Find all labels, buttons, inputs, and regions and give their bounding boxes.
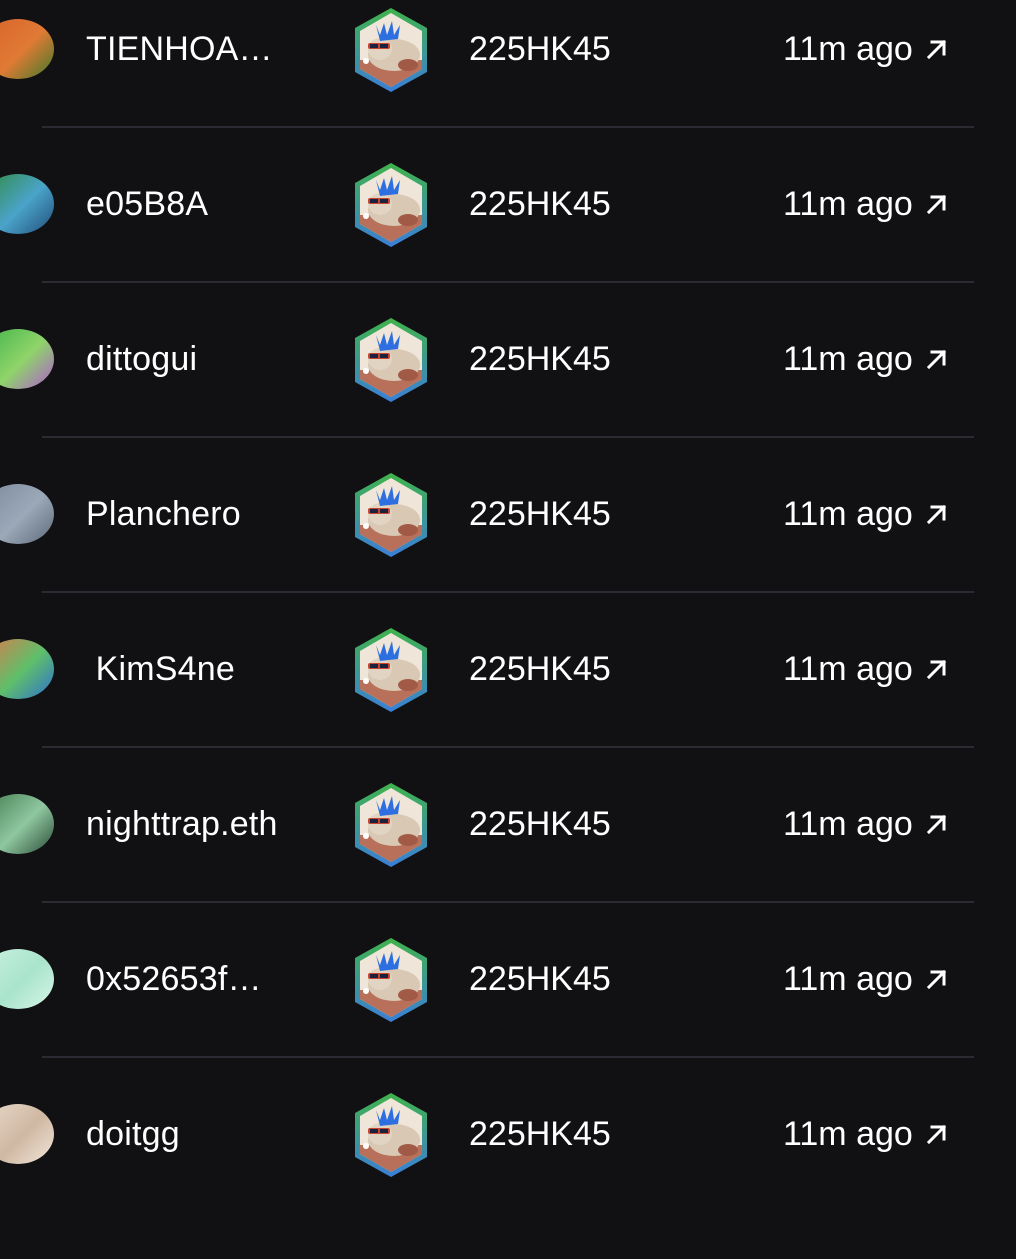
username-link[interactable]: KimS4ne: [86, 639, 235, 699]
avatar-image: [0, 329, 54, 389]
username-link[interactable]: e05B8A: [86, 174, 208, 234]
avatar-image: [0, 484, 54, 544]
row-divider: [42, 1056, 974, 1058]
username-link[interactable]: doitgg: [86, 1104, 180, 1164]
timestamp-link[interactable]: 11m ago: [783, 794, 913, 854]
username-link[interactable]: 0x52653f…: [86, 949, 262, 1009]
hexagon-nft-icon[interactable]: [350, 5, 432, 95]
user-avatar[interactable]: [0, 794, 60, 854]
avatar-image: [0, 174, 54, 234]
username-link[interactable]: Planchero: [86, 484, 241, 544]
username-link[interactable]: TIENHOA…: [86, 19, 273, 79]
arrow-up-right-icon[interactable]: [922, 344, 952, 374]
hexagon-nft-icon[interactable]: [350, 160, 432, 250]
timestamp-link[interactable]: 11m ago: [783, 19, 913, 79]
hexagon-nft-icon[interactable]: [350, 315, 432, 405]
token-id: 225HK45: [469, 185, 611, 223]
avatar-image: [0, 949, 54, 1009]
hexagon-nft-icon[interactable]: [350, 935, 432, 1025]
hexagon-nft-icon[interactable]: [350, 780, 432, 870]
user-avatar[interactable]: [0, 329, 60, 389]
user-avatar[interactable]: [0, 1104, 60, 1164]
token-id: 225HK45: [469, 30, 611, 68]
activity-list: TIENHOA… 225HK45 11m ago e05B8A 225HK45 …: [0, 0, 1016, 1200]
row-divider: [42, 126, 974, 128]
arrow-up-right-icon[interactable]: [922, 809, 952, 839]
row-divider: [42, 281, 974, 283]
activity-row[interactable]: dittogui 225HK45 11m ago: [0, 318, 1016, 484]
avatar-image: [0, 1104, 54, 1164]
row-divider: [42, 746, 974, 748]
arrow-up-right-icon[interactable]: [922, 964, 952, 994]
user-avatar[interactable]: [0, 949, 60, 1009]
avatar-image: [0, 794, 54, 854]
row-divider: [42, 901, 974, 903]
timestamp-link[interactable]: 11m ago: [783, 639, 913, 699]
arrow-up-right-icon[interactable]: [922, 499, 952, 529]
timestamp-link[interactable]: 11m ago: [783, 1104, 913, 1164]
token-id: 225HK45: [469, 650, 611, 688]
activity-row[interactable]: KimS4ne 225HK45 11m ago: [0, 628, 1016, 794]
user-avatar[interactable]: [0, 639, 60, 699]
user-avatar[interactable]: [0, 174, 60, 234]
activity-row[interactable]: nighttrap.eth 225HK45 11m ago: [0, 783, 1016, 949]
activity-row[interactable]: 0x52653f… 225HK45 11m ago: [0, 938, 1016, 1104]
row-divider: [42, 436, 974, 438]
avatar-image: [0, 639, 54, 699]
token-id: 225HK45: [469, 805, 611, 843]
token-id: 225HK45: [469, 1115, 611, 1153]
timestamp-link[interactable]: 11m ago: [783, 949, 913, 1009]
activity-row[interactable]: e05B8A 225HK45 11m ago: [0, 163, 1016, 329]
row-divider: [42, 591, 974, 593]
username-link[interactable]: nighttrap.eth: [86, 794, 278, 854]
timestamp-link[interactable]: 11m ago: [783, 174, 913, 234]
avatar-image: [0, 19, 54, 79]
timestamp-link[interactable]: 11m ago: [783, 484, 913, 544]
arrow-up-right-icon[interactable]: [922, 654, 952, 684]
token-id: 225HK45: [469, 340, 611, 378]
activity-row[interactable]: Planchero 225HK45 11m ago: [0, 473, 1016, 639]
timestamp-link[interactable]: 11m ago: [783, 329, 913, 389]
user-avatar[interactable]: [0, 19, 60, 79]
token-id: 225HK45: [469, 960, 611, 998]
hexagon-nft-icon[interactable]: [350, 1090, 432, 1180]
hexagon-nft-icon[interactable]: [350, 470, 432, 560]
hexagon-nft-icon[interactable]: [350, 625, 432, 715]
username-link[interactable]: dittogui: [86, 329, 197, 389]
arrow-up-right-icon[interactable]: [922, 189, 952, 219]
user-avatar[interactable]: [0, 484, 60, 544]
activity-row[interactable]: doitgg 225HK45 11m ago: [0, 1093, 1016, 1259]
arrow-up-right-icon[interactable]: [922, 1119, 952, 1149]
arrow-up-right-icon[interactable]: [922, 34, 952, 64]
token-id: 225HK45: [469, 495, 611, 533]
activity-row[interactable]: TIENHOA… 225HK45 11m ago: [0, 8, 1016, 174]
